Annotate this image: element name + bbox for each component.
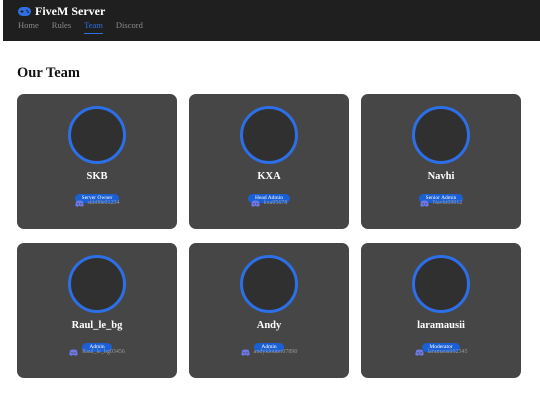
team-grid: SKB Server Owner skb00e01234 KXA Head Ad…: [17, 94, 523, 378]
discord-handle: Navhi09012: [432, 200, 463, 206]
discord-icon: [69, 348, 78, 356]
nav-team-link[interactable]: Team: [84, 20, 103, 34]
member-name: laramausii: [417, 320, 465, 331]
discord-handle-row: Navhi09012: [361, 199, 521, 207]
section-title: Our Team: [17, 65, 80, 81]
discord-handle-row: andyklouter07890: [189, 348, 349, 356]
avatar: [412, 255, 470, 313]
team-card[interactable]: KXA Head Admin kxa05678: [189, 94, 349, 229]
discord-icon: [240, 348, 250, 356]
team-card[interactable]: laramausii Moderator laramausii02345: [361, 243, 521, 378]
nav-rules-link[interactable]: Rules: [52, 20, 71, 34]
discord-handle: kxa05678: [263, 200, 288, 206]
member-name: Navhi: [427, 171, 455, 182]
team-card[interactable]: Andy Admin andyklouter07890: [189, 243, 349, 378]
avatar: [68, 106, 126, 164]
discord-handle: skb00e01234: [87, 200, 120, 206]
avatar: [412, 106, 470, 164]
brand-title: FiveM Server: [35, 4, 106, 18]
discord-handle-row: Raul_le_bg03456: [17, 348, 177, 356]
discord-handle-row: kxa05678: [189, 199, 349, 207]
member-name: KXA: [257, 171, 281, 182]
nav-discord-link[interactable]: Discord: [116, 20, 143, 34]
discord-icon: [250, 199, 260, 207]
discord-handle-row: laramausii02345: [361, 348, 521, 356]
avatar: [240, 106, 298, 164]
avatar: [240, 255, 298, 313]
avatar: [68, 255, 126, 313]
gamepad-icon: [18, 7, 31, 16]
member-name: SKB: [86, 171, 108, 182]
discord-icon: [419, 199, 429, 207]
member-name: Raul_le_bg: [71, 320, 123, 331]
discord-icon: [414, 348, 424, 356]
discord-handle: Raul_le_bg03456: [82, 349, 125, 355]
discord-handle-row: skb00e01234: [17, 199, 177, 207]
member-name: Andy: [256, 320, 282, 331]
navbar: FiveM Server Home Rules Team Discord: [3, 0, 540, 41]
brand[interactable]: FiveM Server: [18, 5, 105, 18]
team-card[interactable]: SKB Server Owner skb00e01234: [17, 94, 177, 229]
discord-handle: laramausii02345: [427, 349, 468, 355]
discord-icon: [74, 199, 84, 207]
nav-links: Home Rules Team Discord: [18, 20, 143, 34]
nav-home-link[interactable]: Home: [18, 20, 39, 34]
discord-handle: andyklouter07890: [253, 349, 298, 355]
team-card[interactable]: Raul_le_bg Admin Raul_le_bg03456: [17, 243, 177, 378]
team-card[interactable]: Navhi Senior Admin Navhi09012: [361, 94, 521, 229]
